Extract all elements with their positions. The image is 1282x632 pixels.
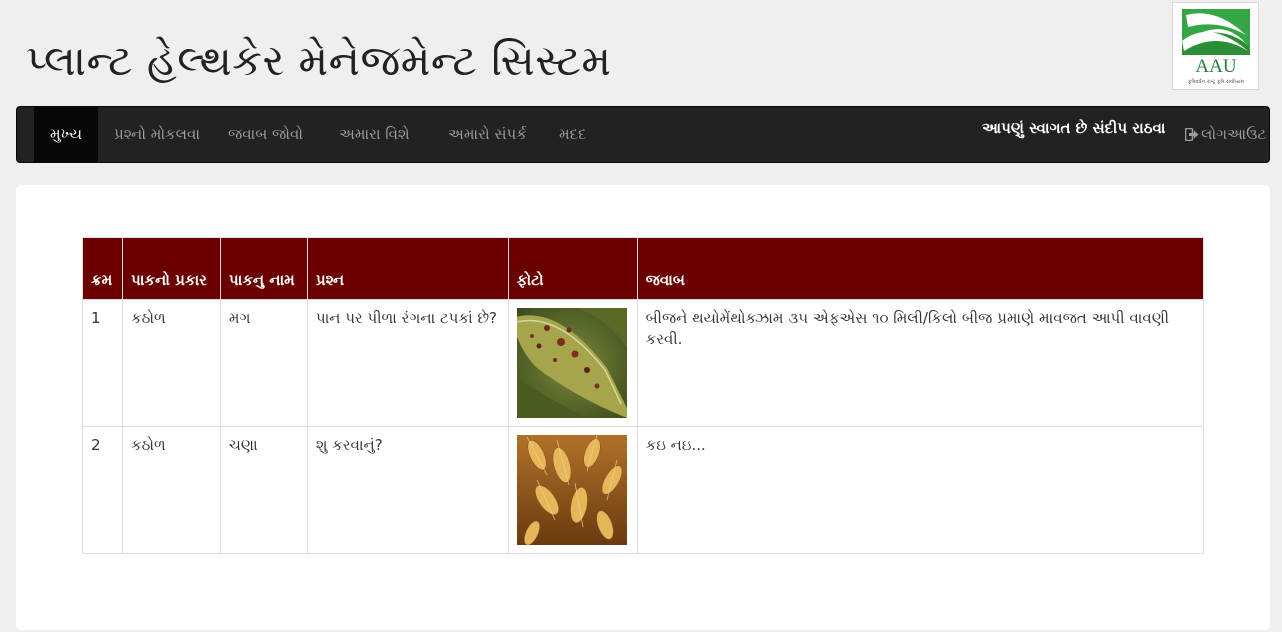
cell-crop-type: કઠોળ [121,299,221,427]
logout-link[interactable]: લોગઆઉટ [1185,107,1266,162]
col-header-crop-name: પાકનુ નામ [219,237,308,300]
nav-item-home[interactable]: મુખ્ય [34,107,98,162]
table-row: 2 કઠોળ ચણા શુ કરવાનું? કઇ નઇ... [82,426,1205,554]
nav-item-view-answers[interactable]: જવાબ જોવો [228,107,303,162]
nav-item-help[interactable]: મદદ [559,107,586,162]
col-header-answer: જવાબ [636,237,1205,300]
table-header-row: ક્રમ પાકનો પ્રકાર પાકનુ નામ પ્રશ્ન ફોટો … [82,237,1205,300]
cell-crop-name: ચણા [219,426,308,554]
nav-item-contact-us[interactable]: અમારો સંપર્ક [448,107,527,162]
spotted-leaf-photo[interactable] [516,308,627,418]
cell-answer: બીજને થયોમેંથોક્ઝામ ૩૫ એફએસ ૧૦ મિલી/કિલો… [636,299,1205,427]
questions-table: ક્રમ પાકનો પ્રકાર પાકનુ નામ પ્રશ્ન ફોટો … [82,237,1205,554]
cell-answer: કઇ નઇ... [636,426,1205,554]
wheat-field-photo[interactable] [516,435,627,545]
col-header-crop-type: પાકનો પ્રકાર [121,237,221,300]
cell-no: 2 [82,426,123,554]
table-row: 1 કઠોળ મગ પાન પર પીળા રંગના ટપકાં છે? બી… [82,299,1205,427]
content-panel: ક્રમ પાકનો પ્રકાર પાકનુ નામ પ્રશ્ન ફોટો … [16,185,1270,630]
logo-text: AAU [1195,56,1236,77]
nav-item-send-question[interactable]: પ્રશ્નો મોકલવા [114,107,200,162]
col-header-no: ક્રમ [82,237,123,300]
nav-item-about-us[interactable]: અમારા વિશે [339,107,410,162]
main-navbar: મુખ્ય પ્રશ્નો મોકલવા જવાબ જોવો અમારા વિશ… [16,106,1270,163]
cell-question: શુ કરવાનું? [306,426,509,554]
cell-crop-type: કઠોળ [121,426,221,554]
welcome-message: આપણું સ્વાગત છે સંદીપ રાઠવા [982,119,1166,137]
cell-photo [507,426,638,554]
col-header-photo: ફોટો [507,237,638,300]
cell-crop-name: મગ [219,299,308,427]
page-title: પ્લાન્ટ હેલ્થકેર મેનેજમેન્ટ સિસ્ટમ [26,36,612,85]
col-header-question: પ્રશ્ન [306,237,509,300]
cell-question: પાન પર પીળા રંગના ટપકાં છે? [306,299,509,427]
logout-icon [1185,128,1199,141]
aau-logo: AAU કૃષિવર્ધન રાષ્ટ્ર કૃષિ સર્વાધ્યમ [1172,2,1259,90]
logout-label: લોગઆઉટ [1201,125,1267,143]
cell-no: 1 [82,299,123,427]
cell-photo [507,299,638,427]
logo-tagline: કૃષિવર્ધન રાષ્ટ્ર કૃષિ સર્વાધ્યમ [1188,78,1244,85]
